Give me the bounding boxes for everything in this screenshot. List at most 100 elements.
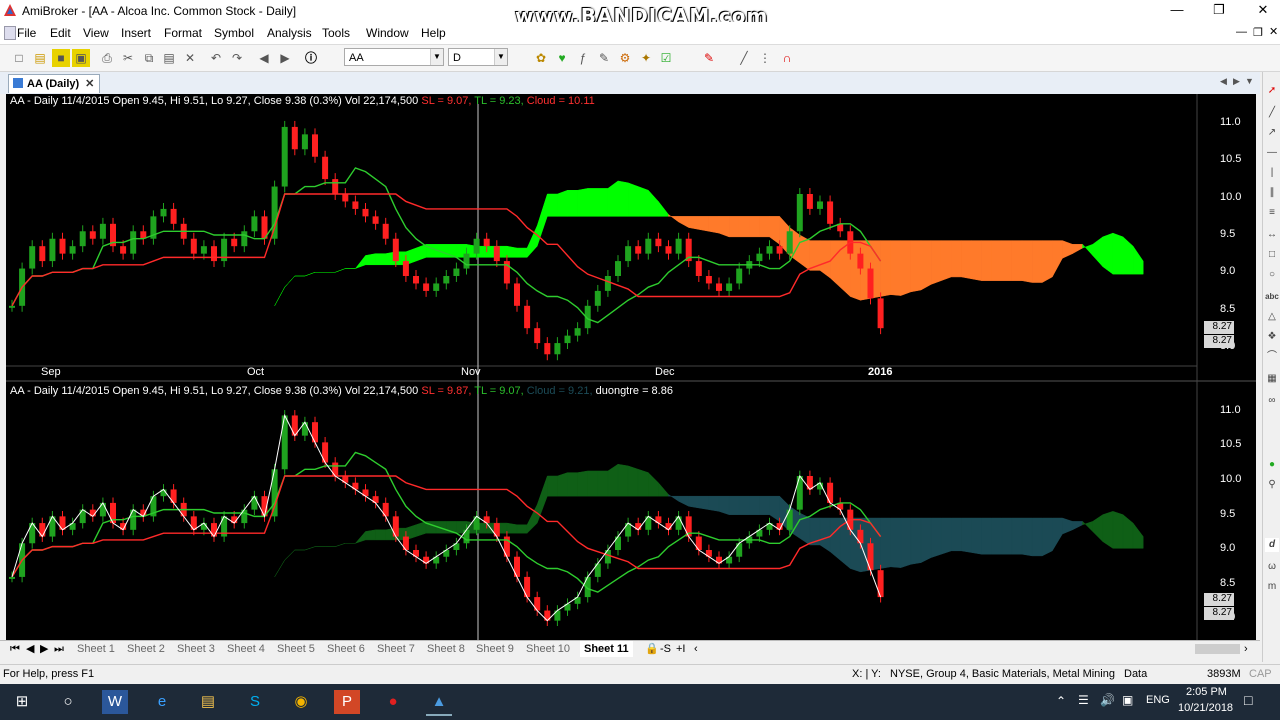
print-icon[interactable]: ⎙ [98,49,116,67]
fib-icon[interactable]: ≡ [1265,206,1279,220]
save-icon[interactable]: ■ [52,49,70,67]
amibroker-icon[interactable]: ▲ [426,690,452,716]
green-dot-icon[interactable]: ● [1265,458,1279,472]
redo-icon[interactable]: ↷ [228,49,246,67]
edge-icon[interactable]: e [149,690,175,714]
language-indicator[interactable]: ENG [1146,694,1170,706]
info-icon[interactable]: ⓘ [302,49,320,67]
text-tool-icon[interactable]: abc [1265,290,1279,304]
menu-help[interactable]: Help [421,26,446,40]
m-tool-icon[interactable]: m [1265,580,1279,594]
sheet-tab[interactable]: Sheet 6 [327,641,365,657]
hline-icon[interactable]: — [1265,146,1279,160]
edit-formula-icon[interactable]: ✎ [595,49,613,67]
sheet-tab[interactable]: Sheet 5 [277,641,315,657]
paste-icon[interactable]: ▤ [160,49,178,67]
menu-file[interactable]: File [17,26,36,40]
chart-area[interactable]: AA - Daily 11/4/2015 Open 9.45, Hi 9.51,… [6,94,1256,640]
notification-icon[interactable]: □ [1244,692,1252,708]
file-explorer-icon[interactable]: ▤ [195,690,221,714]
sheet-tab[interactable]: Sheet 1 [77,641,115,657]
ellipse-icon[interactable]: ○ [1265,268,1279,282]
sheet-first-icon[interactable]: ⏮ [10,641,20,657]
tab-scroll-left-icon[interactable]: ◀ [1220,76,1227,87]
network-icon[interactable]: ☰ [1078,693,1089,707]
tab-list-icon[interactable]: ▼ [1245,76,1254,86]
delete-icon[interactable]: ✕ [181,49,199,67]
save-all-icon[interactable]: ▣ [72,49,90,67]
maximize-button[interactable]: ❐ [1196,0,1242,22]
line-draw-icon[interactable]: ╱ [735,49,753,67]
sheet-tab-active[interactable]: Sheet 11 [580,641,633,657]
ichimoku-chart[interactable] [6,94,1256,640]
windows-start-icon[interactable]: ⊞ [9,690,35,714]
sheet-prev-icon[interactable]: ◀ [26,641,34,657]
tray-chevron-icon[interactable]: ⌃ [1056,694,1066,708]
symbol-combo[interactable]: AA ▼ [344,48,444,66]
sheet-tab[interactable]: Sheet 7 [377,641,415,657]
wave-icon[interactable]: ω [1265,560,1279,574]
open-icon[interactable]: ▤ [31,49,49,67]
search-icon[interactable]: ○ [55,690,81,714]
vline-icon[interactable]: | [1265,166,1279,180]
powerpoint-icon[interactable]: P [334,690,360,714]
indicator-icon[interactable]: ✿ [532,49,550,67]
sheet-last-icon[interactable]: ⏭ [54,641,64,657]
volume-icon[interactable]: 🔊 [1100,693,1115,707]
sheet-tab[interactable]: Sheet 4 [227,641,265,657]
clock-time[interactable]: 2:05 PM [1186,686,1227,698]
battery-icon[interactable]: ▣ [1122,693,1133,707]
sheet-tab[interactable]: Sheet 3 [177,641,215,657]
arc-icon[interactable]: ⌒ [1265,350,1279,364]
chrome-icon[interactable]: ◉ [288,690,314,714]
color-pen-icon[interactable]: ✎ [700,49,718,67]
back-icon[interactable]: ◀ [255,49,273,67]
magnet-icon[interactable]: ∩ [778,49,796,67]
new-icon[interactable]: □ [10,49,28,67]
close-button[interactable]: ✕ [1240,0,1280,22]
sheet-tab[interactable]: Sheet 2 [127,641,165,657]
d-tool-icon[interactable]: d [1265,538,1279,552]
menu-symbol[interactable]: Symbol [214,26,254,40]
bandicam-icon[interactable]: ● [380,690,406,714]
menu-format[interactable]: Format [164,26,202,40]
tab-scroll-right-icon[interactable]: ▶ [1233,76,1240,87]
cycle-icon[interactable]: ∞ [1265,394,1279,408]
zoom-icon[interactable]: ⚲ [1265,478,1279,492]
formula-icon[interactable]: ƒ [574,49,592,67]
scroll-left-icon[interactable]: ‹ [694,641,698,657]
sheet-add-icon[interactable]: +I [676,641,685,657]
minimize-button[interactable]: — [1154,0,1200,22]
wand-icon[interactable]: ✦ [637,49,655,67]
menu-tools[interactable]: Tools [322,26,350,40]
sheet-next-icon[interactable]: ▶ [40,641,48,657]
clock-date[interactable]: 10/21/2018 [1178,702,1233,714]
forward-icon[interactable]: ▶ [276,49,294,67]
ray-icon[interactable]: ↗ [1265,126,1279,140]
word-icon[interactable]: W [102,690,128,714]
mdi-close-icon[interactable]: ✕ [1269,25,1278,38]
h-scrollbar-thumb[interactable] [1195,644,1240,654]
menu-view[interactable]: View [83,26,109,40]
skype-icon[interactable]: S [242,690,268,714]
triangle-icon[interactable]: △ [1265,310,1279,324]
arrow-icon[interactable]: ↔ [1265,228,1279,242]
tab-aa-daily[interactable]: AA (Daily) ✕ [8,74,100,93]
tab-close-icon[interactable]: ✕ [85,78,94,90]
interval-combo[interactable]: D ▼ [448,48,508,66]
menu-window[interactable]: Window [366,26,409,40]
heart-icon[interactable]: ♥ [553,49,571,67]
chart-check-icon[interactable]: ☑ [657,49,675,67]
menu-insert[interactable]: Insert [121,26,151,40]
channel-icon[interactable]: ∥ [1265,186,1279,200]
gann-icon[interactable]: ▦ [1265,372,1279,386]
analysis-icon[interactable]: ⚙ [616,49,634,67]
scroll-right-icon[interactable]: › [1244,641,1248,657]
sheet-tab[interactable]: Sheet 9 [476,641,514,657]
pitchfork-icon[interactable]: ❖ [1265,330,1279,344]
mdi-restore-icon[interactable]: ❐ [1253,26,1263,39]
sheet-tab[interactable]: Sheet 10 [526,641,570,657]
cursor-icon[interactable]: ➚ [1265,84,1279,98]
lock-icon[interactable]: 🔒 [645,641,659,657]
cut-icon[interactable]: ✂ [119,49,137,67]
